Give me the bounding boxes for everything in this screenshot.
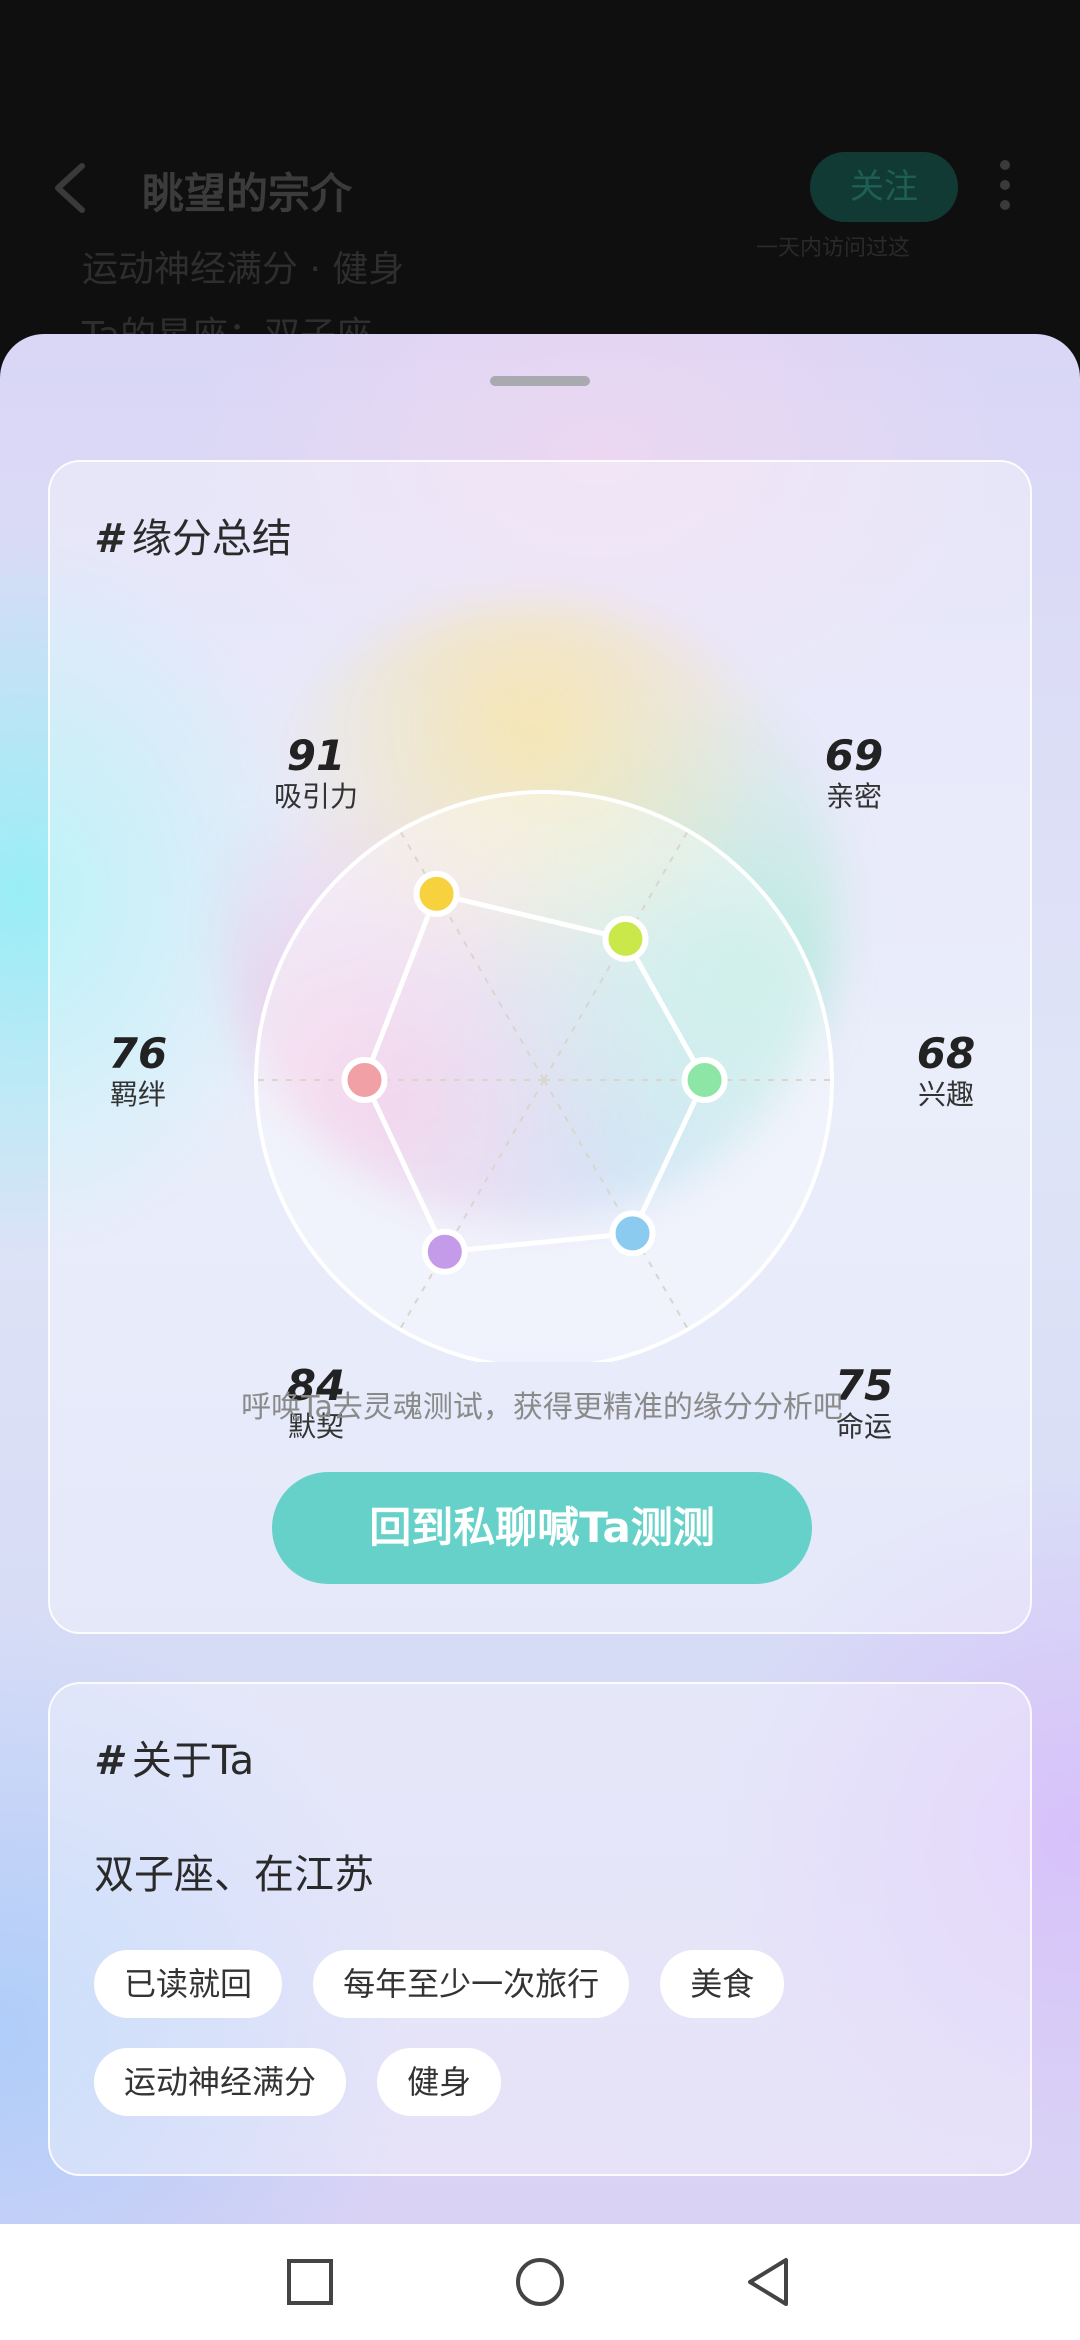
metric-interest: 68 兴趣 <box>916 1029 976 1112</box>
radar-point <box>341 1057 388 1103</box>
radar-point <box>602 915 649 962</box>
soul-test-hint: 呼唤Ta去灵魂测试，获得更精准的缘分分析吧 <box>241 1390 843 1425</box>
tag-item: 健身 <box>377 2048 502 2116</box>
radar-point <box>609 1210 656 1257</box>
tag-list: 已读就回 每年至少一次旅行 美食 运动神经满分 健身 <box>94 1950 994 2146</box>
metric-bond: 76 羁绊 <box>108 1029 168 1112</box>
radar-svg <box>254 790 834 1362</box>
more-options-icon[interactable] <box>994 160 1016 220</box>
fate-summary-card: # 缘分总结 91 吸引力 69 亲密 68 兴趣 75 命运 84 默契 76… <box>48 460 1032 1634</box>
metric-attraction: 91 吸引力 <box>273 731 358 814</box>
tag-item: 运动神经满分 <box>94 2048 347 2116</box>
card-title: # 关于Ta <box>94 1738 255 1784</box>
tag-item: 每年至少一次旅行 <box>313 1950 630 2018</box>
metric-intimacy: 69 亲密 <box>824 731 884 814</box>
drag-handle[interactable] <box>490 376 590 386</box>
back-triangle-icon[interactable] <box>740 2252 800 2312</box>
follow-button[interactable]: 关注 <box>810 152 958 222</box>
hash-icon: # <box>94 1738 122 1784</box>
profile-tags-line: 运动神经满分 · 健身 <box>82 249 405 290</box>
tag-item: 美食 <box>660 1950 785 2018</box>
tag-item: 已读就回 <box>94 1950 283 2018</box>
about-card: # 关于Ta 双子座、在江苏 已读就回 每年至少一次旅行 美食 运动神经满分 健身 <box>48 1682 1032 2176</box>
home-circle-icon[interactable] <box>510 2252 570 2312</box>
about-summary: 双子座、在江苏 <box>94 1852 374 1898</box>
bottom-sheet: # 缘分总结 91 吸引力 69 亲密 68 兴趣 75 命运 84 默契 76… <box>0 334 1080 2224</box>
visit-subtext: 一天内访问过这 <box>756 236 911 261</box>
recents-square-icon[interactable] <box>280 2252 340 2312</box>
radar-chart: 91 吸引力 69 亲密 68 兴趣 75 命运 84 默契 76 羁绊 <box>50 462 1034 1443</box>
radar-point <box>413 870 460 917</box>
system-nav-bar <box>0 2224 1080 2340</box>
radar-point <box>421 1228 468 1275</box>
radar-point <box>681 1057 728 1103</box>
go-chat-test-button[interactable]: 回到私聊喊Ta测测 <box>272 1472 812 1584</box>
back-arrow-icon[interactable] <box>48 160 92 216</box>
profile-name: 眺望的宗介 <box>142 169 353 218</box>
